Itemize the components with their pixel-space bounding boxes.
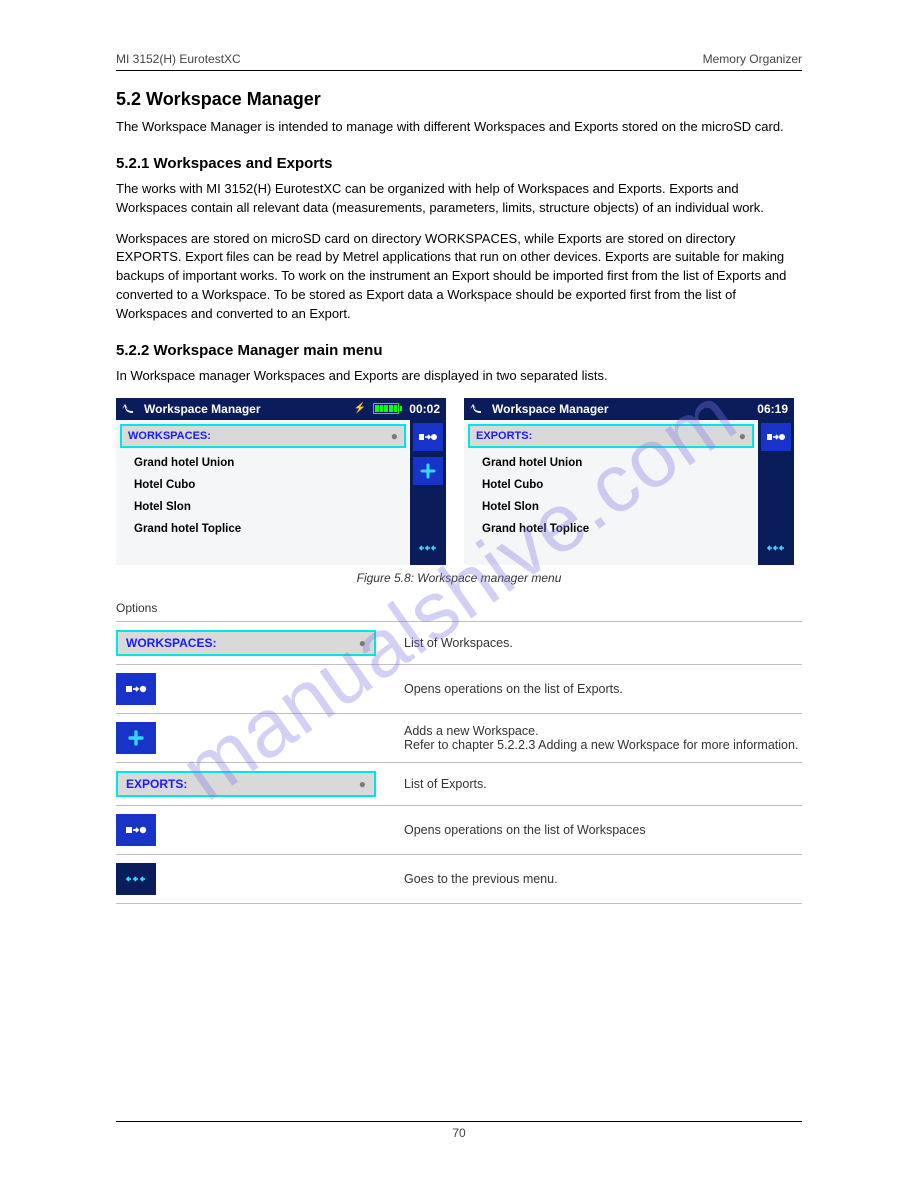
device-exports: Workspace Manager 06:19 EXPORTS: ● Grand… — [464, 398, 794, 565]
toggle-export-icon[interactable] — [413, 423, 443, 451]
header-rule — [116, 70, 802, 71]
header-right: Memory Organizer — [703, 52, 802, 66]
option-row-toggle-exports: Opens operations on the list of Exports. — [116, 665, 802, 714]
battery-icon — [373, 403, 399, 414]
option-desc: List of Exports. — [404, 777, 802, 791]
add-icon[interactable] — [413, 457, 443, 485]
workspaces-header-chip[interactable]: WORKSPACES: ● — [120, 424, 406, 448]
list-item[interactable]: Hotel Slon — [464, 496, 758, 518]
footer-rule — [116, 1121, 802, 1122]
exports-chip[interactable]: EXPORTS: ● — [116, 771, 376, 797]
option-row-toggle-workspaces: Opens operations on the list of Workspac… — [116, 806, 802, 855]
figure-caption: Figure 5.8: Workspace manager menu — [116, 571, 802, 585]
add-icon[interactable] — [116, 722, 156, 754]
device-time: 06:19 — [757, 402, 788, 416]
chip-label: EXPORTS: — [126, 777, 187, 791]
page-number: 70 — [116, 1126, 802, 1140]
page-footer: 70 — [116, 1121, 802, 1140]
option-desc: Opens operations on the list of Workspac… — [404, 823, 802, 837]
chip-label: WORKSPACES: — [126, 636, 216, 650]
section-5-2-1-p2: Workspaces are stored on microSD card on… — [116, 230, 802, 324]
prev-icon[interactable] — [761, 534, 791, 562]
device-title: Workspace Manager — [492, 402, 747, 416]
page-header: MI 3152(H) EurotestXC Memory Organizer — [116, 52, 802, 66]
chip-label: EXPORTS: — [476, 430, 532, 442]
prev-icon[interactable] — [413, 534, 443, 562]
option-row-exports: EXPORTS: ● List of Exports. — [116, 763, 802, 806]
option-desc: Goes to the previous menu. — [404, 872, 802, 886]
section-title-5-2-1: 5.2.1 Workspaces and Exports — [116, 155, 802, 172]
device-time: 00:02 — [409, 402, 440, 416]
section-5-2-1-p1: The works with MI 3152(H) EurotestXC can… — [116, 180, 802, 218]
device-workspaces: Workspace Manager ⚡ 00:02 WORKSPACES: ● … — [116, 398, 446, 565]
chip-label: WORKSPACES: — [128, 430, 211, 442]
device-main-list: WORKSPACES: ● Grand hotel Union Hotel Cu… — [116, 420, 410, 565]
prev-icon[interactable] — [116, 863, 156, 895]
device-titlebar: Workspace Manager ⚡ 00:02 — [116, 398, 446, 420]
options-heading: Options — [116, 601, 802, 615]
option-desc: List of Workspaces. — [404, 636, 802, 650]
header-left: MI 3152(H) EurotestXC — [116, 52, 241, 66]
chip-dot: ● — [391, 429, 398, 443]
option-row-workspaces: WORKSPACES: ● List of Workspaces. — [116, 622, 802, 665]
device-titlebar: Workspace Manager 06:19 — [464, 398, 794, 420]
list-item[interactable]: Hotel Cubo — [116, 474, 410, 496]
exports-header-chip[interactable]: EXPORTS: ● — [468, 424, 754, 448]
option-desc: Opens operations on the list of Exports. — [404, 682, 802, 696]
list-item[interactable]: Hotel Slon — [116, 496, 410, 518]
chip-dot: ● — [739, 429, 746, 443]
toggle-workspace-icon[interactable] — [116, 814, 156, 846]
back-icon[interactable] — [470, 402, 486, 416]
chip-dot: ● — [359, 777, 366, 791]
device-main-list: EXPORTS: ● Grand hotel Union Hotel Cubo … — [464, 420, 758, 565]
workspaces-chip[interactable]: WORKSPACES: ● — [116, 630, 376, 656]
device-title: Workspace Manager — [144, 402, 348, 416]
back-icon[interactable] — [122, 402, 138, 416]
option-row-prev: Goes to the previous menu. — [116, 855, 802, 904]
section-title-5-2: 5.2 Workspace Manager — [116, 89, 802, 110]
options-table: WORKSPACES: ● List of Workspaces. Opens … — [116, 621, 802, 904]
device-sidebar — [410, 420, 446, 565]
section-5-2-p1: The Workspace Manager is intended to man… — [116, 118, 802, 137]
section-5-2-2-p1: In Workspace manager Workspaces and Expo… — [116, 367, 802, 386]
list-item[interactable]: Grand hotel Toplice — [116, 518, 410, 540]
list-item[interactable]: Grand hotel Union — [116, 452, 410, 474]
toggle-export-icon[interactable] — [116, 673, 156, 705]
list-item[interactable]: Grand hotel Union — [464, 452, 758, 474]
list-item[interactable]: Hotel Cubo — [464, 474, 758, 496]
option-desc: Adds a new Workspace. Refer to chapter 5… — [404, 724, 802, 752]
section-title-5-2-2: 5.2.2 Workspace Manager main menu — [116, 342, 802, 359]
list-item[interactable]: Grand hotel Toplice — [464, 518, 758, 540]
toggle-workspace-icon[interactable] — [761, 423, 791, 451]
device-screenshot-row: Workspace Manager ⚡ 00:02 WORKSPACES: ● … — [116, 398, 802, 565]
chip-dot: ● — [359, 636, 366, 650]
device-sidebar — [758, 420, 794, 565]
charging-icon: ⚡ — [354, 403, 366, 414]
option-row-add: Adds a new Workspace. Refer to chapter 5… — [116, 714, 802, 763]
